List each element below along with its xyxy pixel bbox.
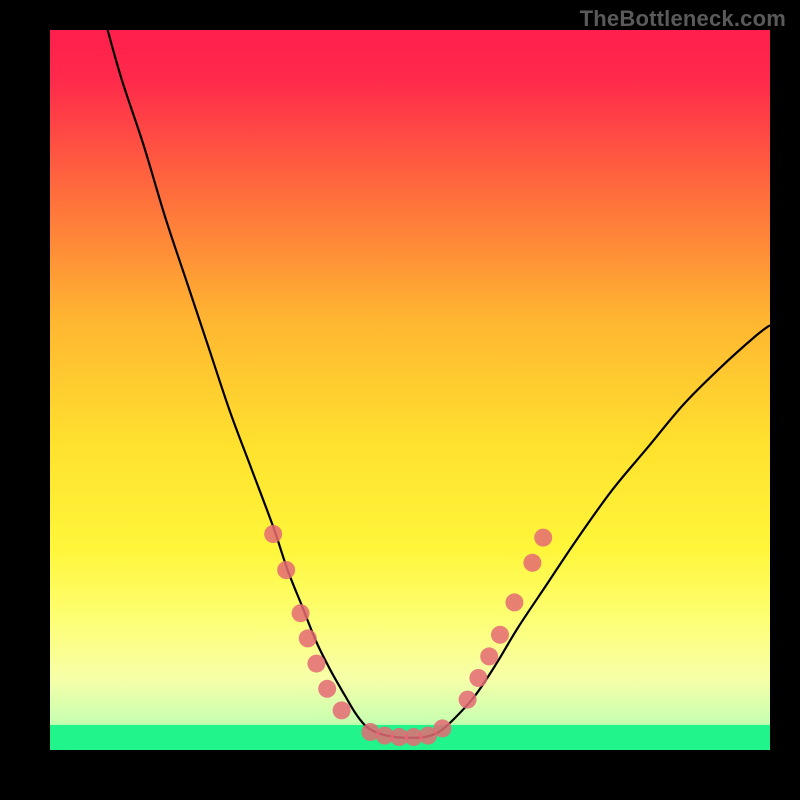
marker-point — [459, 691, 477, 709]
marker-point — [292, 604, 310, 622]
plot-area — [50, 30, 770, 750]
bottleneck-curve — [108, 30, 770, 738]
marker-point — [299, 629, 317, 647]
marker-point — [534, 529, 552, 547]
chart-frame: TheBottleneck.com — [0, 0, 800, 800]
marker-point — [523, 554, 541, 572]
marker-point — [469, 669, 487, 687]
watermark-text: TheBottleneck.com — [580, 6, 786, 32]
marker-point — [491, 626, 509, 644]
marker-point — [264, 525, 282, 543]
marker-point — [318, 680, 336, 698]
curve-layer — [50, 30, 770, 750]
marker-point — [505, 593, 523, 611]
marker-point — [307, 655, 325, 673]
highlight-markers — [264, 525, 552, 746]
marker-point — [277, 561, 295, 579]
marker-point — [480, 647, 498, 665]
marker-point — [333, 701, 351, 719]
marker-point — [433, 719, 451, 737]
